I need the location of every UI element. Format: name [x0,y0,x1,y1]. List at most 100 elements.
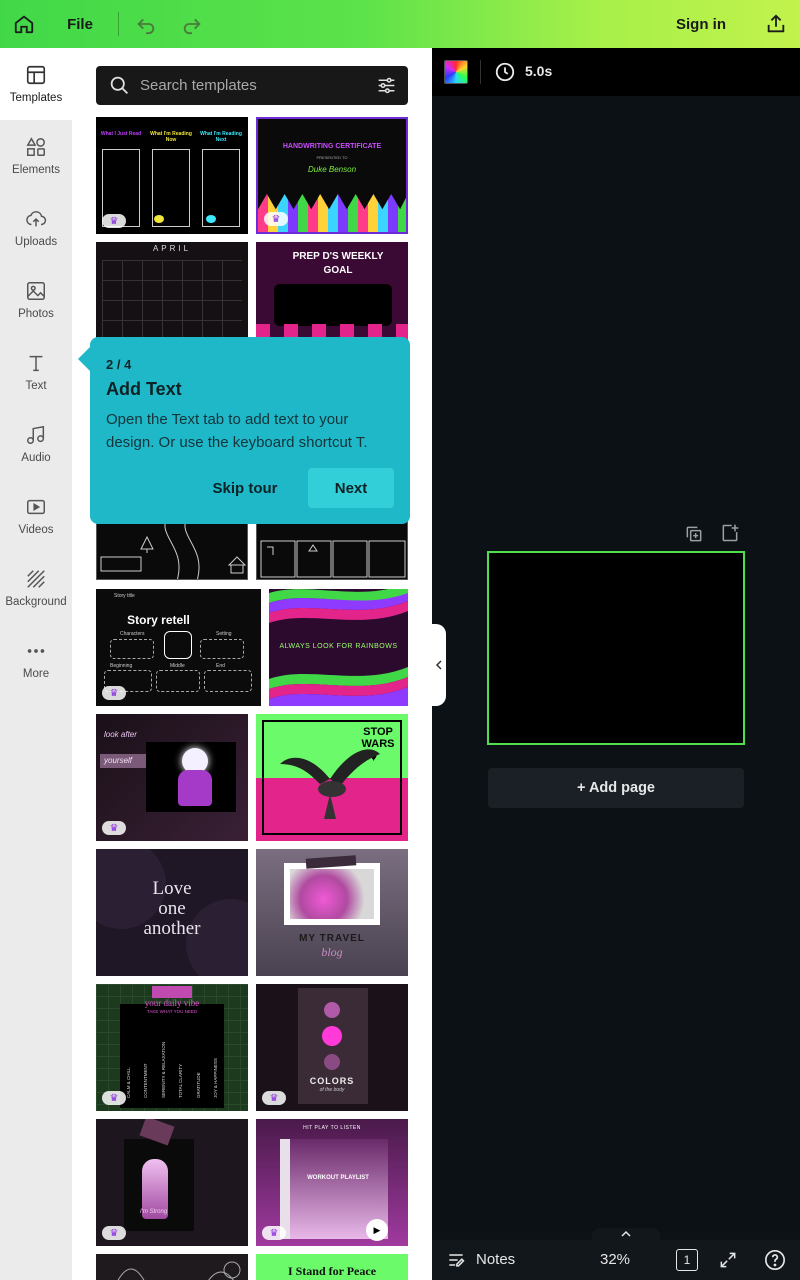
skip-tour-button[interactable]: Skip tour [202,468,288,508]
template-text: I Stand for Peace [287,1264,377,1278]
tour-description: Open the Text tab to add text to your de… [106,411,368,451]
template-text: one [158,898,186,919]
sidebar-item-photos[interactable]: Photos [0,264,72,336]
sidebar-item-label: Elements [12,164,60,176]
add-page-icon[interactable] [720,523,740,543]
search-input[interactable]: Search templates [140,77,257,94]
top-bar: File Sign in [0,0,800,48]
tour-step-counter: 2 / 4 [106,357,132,372]
sign-in-button[interactable]: Sign in [670,4,732,44]
premium-crown-icon: ♛ [102,1091,126,1105]
template-card[interactable]: What I Just Read What I'm Reading Now Wh… [96,117,248,234]
redo-button[interactable] [172,4,212,44]
next-button[interactable]: Next [308,468,394,508]
template-card[interactable]: HANDWRITING CERTIFICATE PRESENTED TO Duk… [256,117,408,234]
template-text: HANDWRITING CERTIFICATE [282,143,382,150]
premium-crown-icon: ♛ [264,212,288,226]
template-text: Beginning [110,663,133,669]
template-text: TOTAL CLARITY [178,1063,184,1098]
sidebar-item-uploads[interactable]: Uploads [0,192,72,264]
zoom-level[interactable]: 32% [600,1251,630,1268]
topbar-divider [118,12,119,36]
sidebar-item-more[interactable]: More [0,624,72,696]
background-icon [27,570,45,588]
template-card[interactable]: MY TRAVEL blog [256,849,408,976]
search-bar[interactable]: Search templates [96,66,408,105]
collapse-panel-button[interactable] [432,624,446,706]
search-icon [110,76,128,94]
sidebar-item-background[interactable]: Background [0,552,72,624]
expand-pages-button[interactable] [592,1228,660,1240]
template-text: SERENITY & RELAXATION [160,1041,166,1098]
template-card[interactable]: HIT PLAY TO LISTEN WORKOUT PLAYLIST ▶ ♛ [256,1119,408,1246]
template-card[interactable] [96,1254,248,1280]
play-icon: ▶ [366,1219,388,1241]
undo-icon [137,18,155,35]
premium-crown-icon: ♛ [262,1226,286,1240]
template-card[interactable]: Story title Story retell Characters Sett… [96,589,261,706]
page-count-button[interactable]: 1 [676,1249,698,1271]
add-page-button[interactable]: + Add page [488,768,744,808]
home-icon [14,15,34,34]
template-text: I'm Strong [140,1209,168,1215]
premium-crown-icon: ♛ [102,214,126,228]
more-icon [27,649,45,653]
design-page[interactable] [487,551,745,745]
tour-tooltip: 2 / 4 Add Text Open the Text tab to add … [78,337,410,524]
timing-duration[interactable]: 5.0s [525,63,552,79]
sidebar-item-text[interactable]: Text [0,336,72,408]
undo-button[interactable] [126,4,166,44]
template-text: Love [152,878,192,899]
template-text: ALWAYS LOOK FOR RAINBOWS [279,643,398,650]
file-menu-button[interactable]: File [60,4,100,44]
tour-title: Add Text [106,379,182,399]
template-card[interactable]: STOP WARS ♥ [256,714,408,841]
color-picker-button[interactable] [444,60,468,84]
sidebar-item-label: Photos [18,308,54,320]
template-card[interactable]: ALWAYS LOOK FOR RAINBOWS [269,589,408,706]
share-button[interactable] [756,4,796,44]
template-text: Story title [114,593,135,599]
template-card[interactable]: your daily vibe TAKE WHAT YOU NEED CALM … [96,984,248,1111]
tooltip-arrow [78,347,90,371]
template-text: your daily vibe [144,998,200,1008]
sidebar-item-videos[interactable]: Videos [0,480,72,552]
home-button[interactable] [4,4,44,44]
template-text: TAKE WHAT YOU NEED [146,1009,198,1014]
text-icon [29,355,43,372]
redo-icon [183,18,201,35]
templates-icon [26,65,46,85]
template-text: Setting [216,631,232,637]
template-text: blog [321,945,343,959]
clock-icon[interactable] [494,61,516,83]
template-card[interactable]: COLORS of the body ♛ [256,984,408,1111]
premium-crown-icon: ♛ [102,821,126,835]
template-text: COLORS [309,1076,355,1086]
notes-button[interactable]: Notes [476,1251,515,1268]
sidebar-item-label: Background [5,596,67,608]
template-text: WORKOUT PLAYLIST [307,1175,369,1181]
side-rail: Templates Elements Uploads Photos Text A… [0,48,72,1280]
notes-icon [449,1254,465,1267]
template-card[interactable]: I Stand for Peace [256,1254,408,1280]
filter-icon[interactable] [376,75,397,96]
chevron-left-icon [435,660,442,670]
sidebar-item-elements[interactable]: Elements [0,120,72,192]
help-icon[interactable] [764,1249,786,1271]
duplicate-page-icon[interactable] [684,524,704,544]
template-text: What I Just Read [100,131,142,137]
template-card[interactable]: I'm Strong ♛ [96,1119,248,1246]
premium-crown-icon: ♛ [102,1226,126,1240]
template-text: Middle [170,663,185,669]
template-card[interactable]: Love one another [96,849,248,976]
template-card[interactable]: look after yourself ♛ [96,714,248,841]
template-text: What I'm Reading Next [200,131,242,143]
chevron-up-icon [621,1230,631,1237]
bottom-bar: Notes 32% 1 [432,1240,800,1280]
template-text: MY TRAVEL [299,933,365,944]
sidebar-item-audio[interactable]: Audio [0,408,72,480]
fullscreen-icon[interactable] [718,1250,738,1270]
premium-crown-icon: ♛ [262,1091,286,1105]
sidebar-item-templates[interactable]: Templates [0,48,72,120]
sidebar-item-label: More [22,668,50,680]
